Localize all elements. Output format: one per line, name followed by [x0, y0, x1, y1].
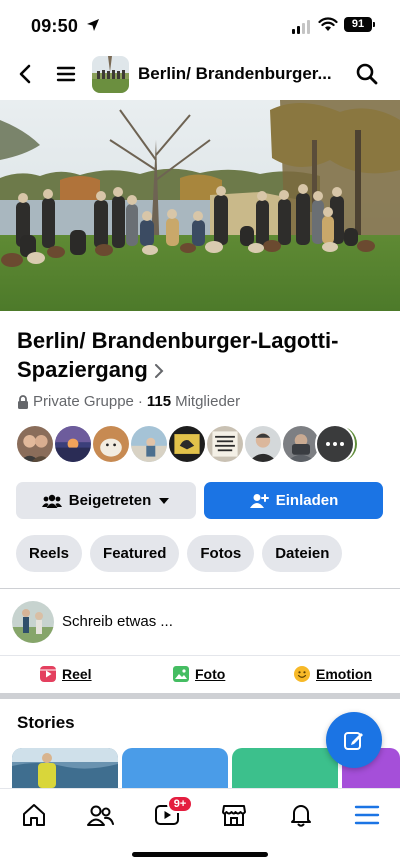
member-avatar[interactable] [91, 424, 131, 464]
member-count[interactable]: 115 [147, 393, 171, 410]
smiley-icon [294, 666, 310, 682]
reel-icon [40, 666, 56, 682]
caret-down-icon [159, 497, 170, 504]
add-person-icon [249, 493, 269, 508]
foto-label: Foto [195, 666, 226, 682]
foto-action[interactable]: Foto [173, 666, 225, 682]
header-title[interactable]: Berlin/ Brandenburger... [138, 64, 332, 84]
group-tabs: Reels Featured Fotos Dateien [16, 535, 343, 572]
status-bar: 09:50 91 [0, 0, 400, 52]
joined-label: Beigetreten [68, 492, 152, 509]
emotion-label: Emotion [316, 666, 372, 682]
post-actions: Reel Foto Emotion [0, 660, 400, 692]
menu-active-icon [354, 805, 380, 825]
divider [0, 655, 400, 656]
back-arrow-icon[interactable] [14, 62, 38, 86]
status-time: 09:50 [31, 16, 79, 36]
tab-home[interactable] [20, 801, 48, 829]
tab-friends[interactable] [86, 801, 114, 829]
group-avatar[interactable] [92, 56, 129, 93]
member-avatar[interactable] [53, 424, 93, 464]
reel-label: Reel [62, 666, 92, 682]
lock-icon [18, 394, 28, 409]
group-name[interactable]: Berlin/ Brandenburger-Lagotti-Spaziergan… [17, 326, 387, 384]
video-notification-badge: 9+ [167, 795, 193, 813]
invite-label: Einladen [275, 492, 339, 509]
member-avatar[interactable] [167, 424, 207, 464]
bell-icon [291, 805, 311, 827]
invite-button[interactable]: Einladen [204, 482, 383, 519]
story-card[interactable] [12, 748, 118, 788]
battery-indicator: 91 [344, 17, 375, 32]
tab-marketplace[interactable] [220, 801, 248, 829]
compose-fab[interactable] [326, 712, 382, 768]
meta-separator: · [137, 393, 143, 410]
divider [0, 588, 400, 589]
wifi-icon [318, 17, 338, 31]
user-avatar[interactable] [12, 601, 54, 643]
cellular-signal-icon [292, 20, 310, 34]
member-avatar[interactable] [243, 424, 283, 464]
menu-icon[interactable] [54, 62, 78, 86]
photo-icon [173, 666, 189, 682]
home-icon [23, 804, 45, 826]
marketplace-icon [222, 805, 246, 826]
tab-featured[interactable]: Featured [90, 535, 180, 572]
tab-reels[interactable]: Reels [16, 535, 83, 572]
friends-icon [87, 805, 114, 826]
section-divider [0, 693, 400, 699]
tab-notifications[interactable] [287, 801, 315, 829]
more-members-button[interactable] [315, 424, 355, 464]
member-avatar[interactable] [205, 424, 245, 464]
tab-fotos[interactable]: Fotos [187, 535, 255, 572]
group-name-text[interactable]: Berlin/ Brandenburger-Lagotti-Spaziergan… [17, 328, 338, 382]
edit-icon [344, 732, 363, 750]
group-meta: Private Gruppe · 115 Mitglieder [17, 393, 240, 410]
search-icon[interactable] [355, 62, 379, 86]
tab-dateien[interactable]: Dateien [262, 535, 343, 572]
member-avatar[interactable] [129, 424, 169, 464]
group-header: Berlin/ Brandenburger... [0, 52, 400, 98]
privacy-label: Private Gruppe [33, 393, 134, 410]
stories-heading: Stories [17, 713, 75, 732]
member-avatar[interactable] [15, 424, 55, 464]
group-members-icon [41, 494, 62, 508]
location-arrow-icon [87, 19, 99, 31]
reel-action[interactable]: Reel [40, 666, 92, 682]
story-card[interactable] [232, 748, 338, 788]
composer-input[interactable]: Schreib etwas ... [62, 613, 173, 630]
member-avatars[interactable] [15, 424, 359, 466]
cover-photo[interactable] [0, 100, 400, 311]
home-indicator [132, 852, 268, 857]
joined-button[interactable]: Beigetreten [16, 482, 196, 519]
tab-menu[interactable] [353, 801, 381, 829]
emotion-action[interactable]: Emotion [294, 666, 372, 682]
member-label[interactable]: Mitglieder [175, 393, 240, 410]
chevron-right-icon[interactable] [154, 364, 164, 379]
story-card[interactable] [122, 748, 228, 788]
